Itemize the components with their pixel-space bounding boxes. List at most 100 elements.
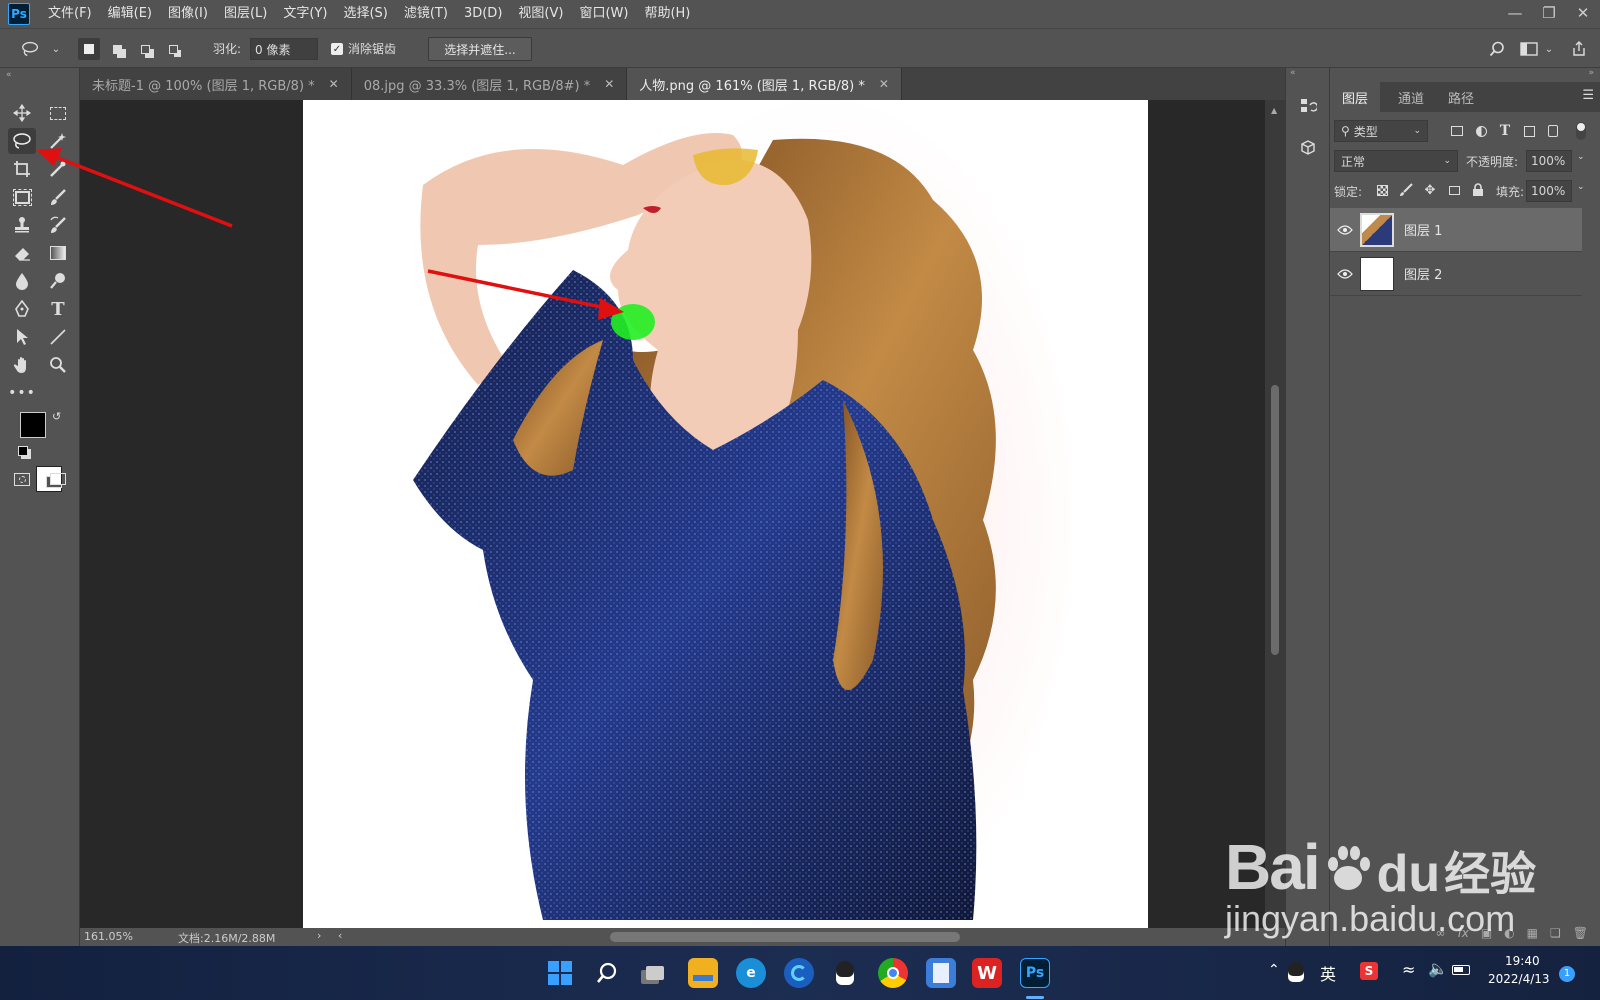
visibility-eye-icon[interactable]	[1330, 268, 1360, 279]
tab-person-png[interactable]: 人物.png @ 161% (图层 1, RGB/8) * ✕	[627, 68, 902, 100]
menu-select[interactable]: 选择(S)	[335, 0, 395, 28]
search-icon[interactable]	[592, 958, 622, 988]
type-filter-icon[interactable]: T	[1494, 120, 1516, 142]
close-icon[interactable]: ✕	[879, 77, 889, 91]
gradient-tool-icon[interactable]	[44, 240, 72, 266]
lock-artboard-icon[interactable]	[1444, 180, 1464, 200]
add-selection-icon[interactable]	[106, 38, 128, 60]
menu-help[interactable]: 帮助(H)	[636, 0, 698, 28]
blend-mode-dropdown[interactable]: 正常 ⌄	[1334, 150, 1458, 172]
pixel-filter-icon[interactable]	[1446, 120, 1468, 142]
chevron-up-icon[interactable]: ⌃	[1268, 962, 1280, 978]
vertical-scrollbar[interactable]: ▲	[1265, 100, 1285, 928]
menu-window[interactable]: 窗口(W)	[571, 0, 636, 28]
lasso-tool-icon[interactable]	[8, 128, 36, 154]
shape-filter-icon[interactable]	[1518, 120, 1540, 142]
screen-mode-icon[interactable]	[44, 466, 72, 492]
windows-start-icon[interactable]	[545, 958, 575, 988]
task-view-icon[interactable]	[640, 958, 670, 988]
magic-wand-icon[interactable]	[44, 128, 72, 154]
crop-tool-icon[interactable]	[8, 156, 36, 182]
menu-layer[interactable]: 图层(L)	[216, 0, 275, 28]
canvas-area[interactable]	[80, 100, 1265, 928]
type-tool-icon[interactable]: T	[44, 296, 72, 322]
close-icon[interactable]: ✕	[329, 77, 339, 91]
menu-file[interactable]: 文件(F)	[40, 0, 100, 28]
blur-tool-icon[interactable]	[8, 268, 36, 294]
qq-penguin-icon[interactable]	[830, 958, 860, 988]
menu-filter[interactable]: 滤镜(T)	[396, 0, 456, 28]
history-panel-icon[interactable]	[1294, 94, 1322, 118]
more-tools-icon[interactable]: •••	[8, 380, 36, 406]
new-layer-icon[interactable]: ❏	[1550, 926, 1561, 940]
menu-view[interactable]: 视图(V)	[510, 0, 571, 28]
browser-e-icon[interactable]: e	[736, 958, 766, 988]
file-explorer-icon[interactable]	[688, 958, 718, 988]
visibility-eye-icon[interactable]	[1330, 224, 1360, 235]
collapse-arrows-icon[interactable]: «	[6, 70, 12, 80]
swap-colors-icon[interactable]: ↺	[52, 410, 61, 423]
marquee-tool-icon[interactable]	[44, 100, 72, 126]
search-icon[interactable]	[1486, 38, 1508, 60]
battery-icon[interactable]	[1452, 965, 1470, 975]
clock-date[interactable]: 2022/4/13	[1488, 972, 1550, 986]
restore-icon[interactable]: ❐	[1532, 0, 1566, 26]
tab-layers[interactable]: 图层	[1330, 82, 1381, 112]
wps-icon[interactable]: W	[972, 958, 1002, 988]
menu-image[interactable]: 图像(I)	[160, 0, 216, 28]
chevron-right-icon[interactable]: ›	[317, 929, 321, 942]
brush-tool-icon[interactable]	[44, 184, 72, 210]
document-canvas[interactable]	[303, 100, 1148, 928]
fill-input[interactable]: 100%	[1526, 180, 1572, 202]
foreground-color-swatch[interactable]	[20, 412, 46, 438]
intersect-selection-icon[interactable]	[162, 38, 184, 60]
adjustment-filter-icon[interactable]	[1470, 120, 1492, 142]
clock-time[interactable]: 19:40	[1505, 954, 1540, 968]
notification-badge[interactable]: 1	[1559, 966, 1575, 982]
chevron-down-icon[interactable]: ⌄	[1538, 38, 1560, 60]
frame-tool-icon[interactable]	[8, 184, 36, 210]
history-brush-icon[interactable]	[44, 212, 72, 238]
chevron-down-icon[interactable]: ⌄	[45, 38, 67, 60]
chrome-icon[interactable]	[878, 958, 908, 988]
properties-panel-icon[interactable]	[1294, 136, 1322, 160]
share-icon[interactable]	[1568, 38, 1590, 60]
menu-type[interactable]: 文字(Y)	[275, 0, 335, 28]
lock-all-icon[interactable]	[1468, 180, 1488, 200]
close-icon[interactable]: ✕	[1566, 0, 1600, 26]
move-tool-icon[interactable]	[8, 100, 36, 126]
wifi-icon[interactable]: ≈	[1402, 960, 1415, 979]
sogou-icon[interactable]: S	[1360, 962, 1378, 980]
tab-untitled-1[interactable]: 未标题-1 @ 100% (图层 1, RGB/8) * ✕	[80, 68, 352, 100]
expand-arrows-icon[interactable]: »	[1588, 68, 1594, 78]
lasso-preset-icon[interactable]	[20, 38, 42, 60]
lock-pixels-icon[interactable]	[1396, 180, 1416, 200]
lock-transparent-icon[interactable]	[1372, 180, 1392, 200]
photoshop-taskbar-icon[interactable]: Ps	[1020, 958, 1050, 988]
qq-tray-icon[interactable]	[1288, 962, 1304, 982]
layer-row-layer-2[interactable]: 图层 2	[1330, 252, 1582, 296]
close-icon[interactable]: ✕	[604, 77, 614, 91]
opacity-input[interactable]: 100%	[1526, 150, 1572, 172]
hand-tool-icon[interactable]	[8, 352, 36, 378]
tab-08-jpg[interactable]: 08.jpg @ 33.3% (图层 1, RGB/8#) * ✕	[351, 68, 628, 100]
layer-row-layer-1[interactable]: 图层 1	[1330, 208, 1582, 252]
chevron-down-icon[interactable]: ⌄	[1577, 182, 1585, 192]
horizontal-scroll-thumb[interactable]	[610, 932, 960, 942]
smart-object-filter-icon[interactable]	[1542, 120, 1564, 142]
stamp-tool-icon[interactable]	[8, 212, 36, 238]
filter-toggle[interactable]	[1576, 122, 1586, 140]
notepad-icon[interactable]	[926, 958, 956, 988]
collapse-arrows-icon[interactable]: «	[1290, 68, 1296, 78]
tab-paths[interactable]: 路径	[1436, 82, 1486, 112]
workspace-icon[interactable]	[1518, 38, 1540, 60]
chevron-down-icon[interactable]: ⌄	[1577, 152, 1585, 162]
layer-filter-dropdown[interactable]: ⚲ 类型 ⌄	[1334, 120, 1428, 142]
quick-mask-icon[interactable]	[8, 466, 36, 492]
scroll-thumb[interactable]	[1271, 385, 1279, 655]
menu-3d[interactable]: 3D(D)	[456, 0, 510, 28]
subtract-selection-icon[interactable]	[134, 38, 156, 60]
path-selection-icon[interactable]	[8, 324, 36, 350]
tab-channels[interactable]: 通道	[1386, 82, 1436, 112]
panel-menu-icon[interactable]: ☰	[1582, 88, 1594, 103]
